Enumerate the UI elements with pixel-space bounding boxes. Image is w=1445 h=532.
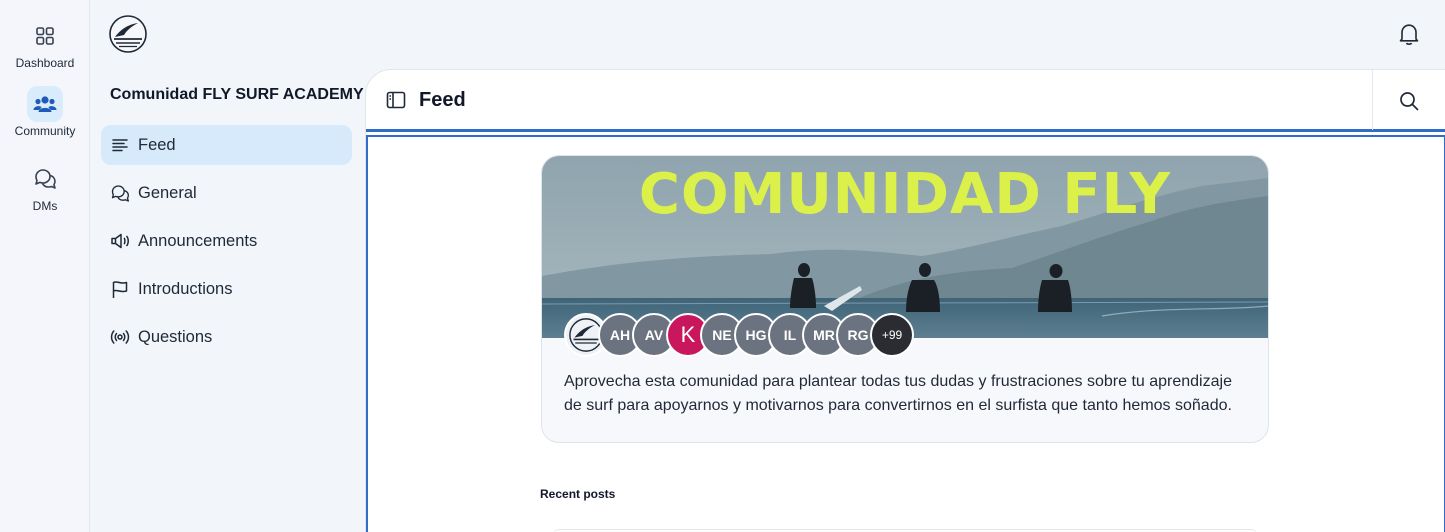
community-banner-image: COMUNIDAD FLY: [542, 156, 1268, 338]
main-header: Feed: [366, 70, 1445, 132]
sidebar-toggle-icon[interactable]: [386, 91, 408, 111]
chat-bubbles-icon: [27, 161, 63, 197]
more-members-count[interactable]: +99: [870, 313, 914, 357]
page-title: Feed: [419, 89, 466, 111]
rail-item-dms[interactable]: DMs: [0, 161, 90, 213]
sidebar-item-label: Introductions: [138, 279, 233, 298]
rail-item-label: Dashboard: [15, 56, 75, 70]
header-divider: [1372, 70, 1373, 130]
grid-icon: [27, 18, 63, 54]
search-icon[interactable]: [1398, 90, 1420, 112]
sidebar-item-label: Announcements: [138, 231, 258, 250]
sidebar-item-questions[interactable]: Questions: [101, 317, 352, 357]
bell-icon[interactable]: [1398, 22, 1420, 46]
recent-posts-heading: Recent posts: [540, 487, 616, 501]
lines-icon: [110, 135, 130, 155]
app-rail: Dashboard Community DMs: [0, 0, 90, 532]
community-card: COMUNIDAD FLY AH AV K NE HG IL MR RG +99…: [541, 155, 1269, 443]
sidebar-item-feed[interactable]: Feed: [101, 125, 352, 165]
rail-item-label: DMs: [32, 199, 58, 213]
sidebar-item-label: Questions: [138, 327, 213, 346]
banner-title: COMUNIDAD FLY: [638, 162, 1172, 227]
users-icon: [27, 86, 63, 122]
academy-logo-icon[interactable]: [109, 15, 147, 53]
sidebar-item-introductions[interactable]: Introductions: [101, 269, 352, 309]
rail-item-dashboard[interactable]: Dashboard: [0, 18, 90, 70]
community-description: Aprovecha esta comunidad para plantear t…: [564, 373, 1232, 414]
broadcast-icon: [110, 327, 130, 347]
sidebar-item-announcements[interactable]: Announcements: [101, 221, 352, 261]
sidebar-item-label: Feed: [138, 135, 176, 154]
community-title: Comunidad FLY SURF ACADEMY: [110, 86, 364, 103]
rail-item-community[interactable]: Community: [0, 86, 90, 138]
sidebar-item-label: General: [138, 183, 197, 202]
rail-item-label: Community: [14, 124, 76, 138]
megaphone-icon: [110, 231, 130, 251]
chat-bubbles-icon: [110, 183, 130, 203]
community-sidebar: Comunidad FLY SURF ACADEMY Feed General: [91, 0, 365, 532]
sidebar-item-general[interactable]: General: [101, 173, 352, 213]
flag-icon: [110, 279, 130, 299]
